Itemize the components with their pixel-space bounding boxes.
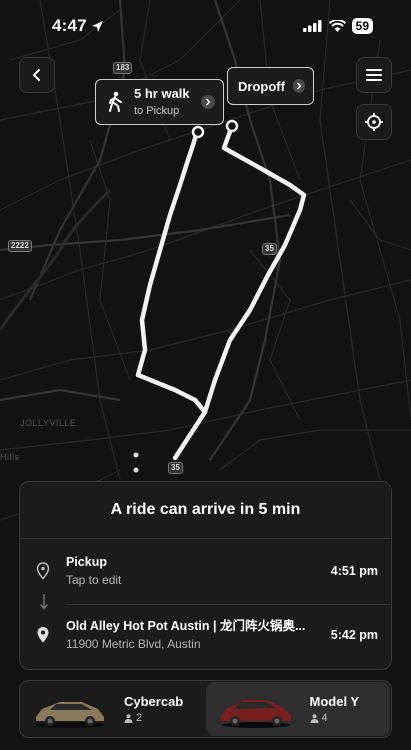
dropoff-address: 11900 Metric Blvd, Austin (66, 637, 201, 651)
highway-shield: 183 (113, 62, 133, 74)
dropoff-time: 5:42 pm (330, 628, 378, 642)
walk-duration: 5 hr walk (134, 86, 190, 101)
chevron-right-icon (292, 79, 305, 93)
walking-person-icon (109, 91, 122, 112)
dropoff-title: Old Alley Hot Pot Austin | 龙门阵火锅奥... (66, 619, 306, 633)
clock: 4:47 (52, 16, 87, 35)
walk-to-pickup-callout[interactable]: 5 hr walk to Pickup (95, 79, 224, 125)
capacity-count: 4 (321, 712, 328, 724)
vehicle-name: Model Y (309, 694, 360, 709)
wifi-icon (328, 20, 346, 32)
pickup-pin-outline-icon (36, 562, 50, 580)
status-time: 4:47 (52, 16, 104, 36)
pickup-title: Pickup (66, 555, 107, 569)
pickup-row[interactable]: Pickup Tap to edit 4:51 pm (20, 554, 393, 588)
battery-indicator: 59 (351, 18, 373, 34)
crosshair-icon (365, 113, 383, 131)
person-icon (310, 713, 318, 723)
highway-shield: 2222 (8, 240, 32, 252)
pickup-marker (191, 125, 205, 139)
recenter-button[interactable] (356, 104, 392, 140)
vehicle-name: Cybercab (124, 694, 184, 709)
status-bar: 4:47 59 (0, 0, 411, 52)
route-line (135, 123, 307, 461)
pickup-time: 4:51 pm (330, 564, 378, 578)
vehicle-capacity: 2 (124, 712, 183, 724)
dropoff-callout[interactable]: Dropoff (227, 67, 314, 105)
dropoff-label: Dropoff (238, 78, 285, 94)
chevron-right-icon (201, 95, 215, 109)
pickup-subtitle: Tap to edit (66, 573, 122, 587)
dropoff-pin-icon (37, 627, 49, 643)
dropoff-marker (225, 119, 239, 133)
capacity-count: 2 (136, 712, 143, 724)
hamburger-menu-icon (366, 69, 382, 81)
vehicle-capacity: 4 (310, 712, 360, 724)
ride-summary-card: A ride can arrive in 5 min Pickup Tap to… (19, 481, 392, 670)
model-y-car-icon (220, 700, 291, 728)
walk-destination: to Pickup (134, 105, 180, 117)
divider (66, 604, 392, 605)
walk-dot (133, 467, 139, 473)
walk-dot (133, 452, 139, 458)
menu-button[interactable] (356, 57, 392, 93)
cybercab-car-icon (36, 702, 104, 728)
map-label: JOLLYVILLE (20, 418, 77, 428)
arrival-estimate-title: A ride can arrive in 5 min (110, 501, 301, 518)
back-button[interactable] (19, 57, 55, 93)
vehicle-option-model-y[interactable]: Model Y 4 (205, 682, 390, 736)
highway-shield: 35 (168, 462, 183, 474)
vehicle-option-cybercab[interactable]: Cybercab 2 (20, 681, 205, 737)
highway-shield: 35 (262, 243, 277, 255)
person-icon (124, 713, 133, 723)
vehicle-selector: Cybercab 2 Model Y 4 (19, 680, 392, 738)
arrow-down-icon (39, 594, 49, 610)
map-label: Hills (0, 452, 20, 462)
chevron-left-icon (32, 69, 40, 81)
location-arrow-icon (91, 20, 103, 32)
dropoff-row[interactable]: Old Alley Hot Pot Austin | 龙门阵火锅奥... 119… (20, 618, 393, 652)
cellular-signal-icon (302, 20, 322, 32)
